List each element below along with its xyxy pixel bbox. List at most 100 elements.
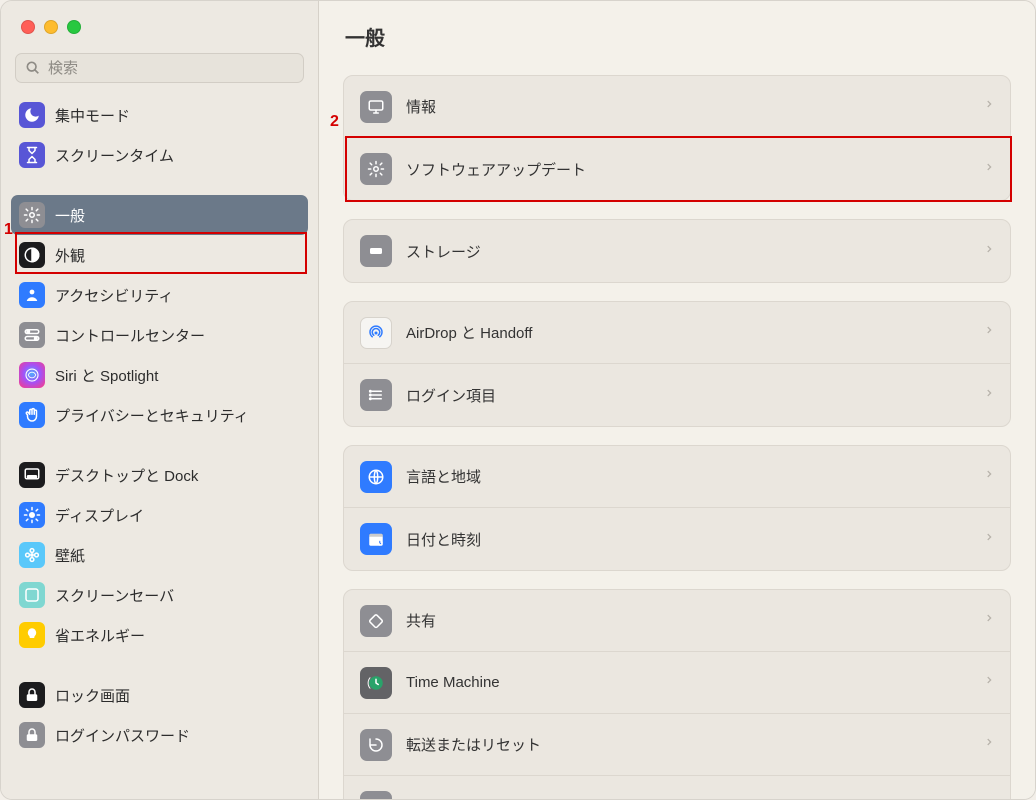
sidebar-item-label: 一般: [55, 205, 85, 226]
sidebar-item-wallpaper[interactable]: 壁紙: [11, 535, 308, 575]
sidebar-item-loginpw[interactable]: ログインパスワード: [11, 715, 308, 755]
row-swupd[interactable]: ソフトウェアアップデート: [344, 138, 1010, 200]
chevron-right-icon: [984, 159, 994, 180]
row-lang[interactable]: 言語と地域: [344, 446, 1010, 508]
row-tm[interactable]: Time Machine: [344, 652, 1010, 714]
sidebar-item-display[interactable]: ディスプレイ: [11, 495, 308, 535]
sidebar-item-appearance[interactable]: 外観: [11, 235, 308, 275]
row-storage[interactable]: ストレージ: [344, 220, 1010, 282]
sidebar-item-energy[interactable]: 省エネルギー: [11, 615, 308, 655]
person-icon: [19, 282, 45, 308]
sidebar-item-label: 外観: [55, 245, 85, 266]
sidebar-item-label: アクセシビリティ: [55, 285, 173, 306]
siri-icon: [19, 362, 45, 388]
search-input[interactable]: [15, 53, 304, 83]
switches-icon: [19, 322, 45, 348]
chevron-right-icon: [984, 241, 994, 262]
sidebar-item-privacy[interactable]: プライバシーとセキュリティ: [11, 395, 308, 435]
maximize-icon[interactable]: [67, 20, 81, 34]
globe-icon: [360, 461, 392, 493]
hand-icon: [19, 402, 45, 428]
sidebar-item-label: 省エネルギー: [55, 625, 145, 646]
sidebar-item-label: スクリーンタイム: [55, 145, 174, 166]
settings-group: AirDrop と Handoff ログイン項目: [343, 301, 1011, 427]
chevron-right-icon: [984, 96, 994, 117]
close-icon[interactable]: [21, 20, 35, 34]
sidebar-item-label: ロック画面: [55, 685, 130, 706]
sidebar-item-siri[interactable]: Siri と Spotlight: [11, 355, 308, 395]
row-label: 情報: [406, 96, 970, 117]
gear-icon: [19, 202, 45, 228]
row-share[interactable]: 共有: [344, 590, 1010, 652]
window-controls: [1, 1, 318, 53]
chevron-right-icon: [984, 734, 994, 755]
sidebar-item-label: コントロールセンター: [55, 325, 205, 346]
chevron-right-icon: [984, 385, 994, 406]
bulb-icon: [19, 622, 45, 648]
sidebar-item-lockscreen[interactable]: ロック画面: [11, 675, 308, 715]
sun-icon: [19, 502, 45, 528]
ccw-icon: [360, 729, 392, 761]
settings-group: 情報ソフトウェアアップデート: [343, 75, 1011, 201]
sidebar-item-focus[interactable]: 集中モード: [11, 95, 308, 135]
row-label: 起動ディスク: [406, 797, 970, 800]
row-label: AirDrop と Handoff: [406, 322, 970, 343]
chevron-right-icon: [984, 529, 994, 550]
sidebar-item-general[interactable]: 一般: [11, 195, 308, 235]
page-title: 一般: [345, 22, 385, 51]
sidebar-item-label: 壁紙: [55, 545, 85, 566]
row-label: 転送またはリセット: [406, 734, 970, 755]
flower-icon: [19, 542, 45, 568]
row-about[interactable]: 情報: [344, 76, 1010, 138]
diamond-icon: [360, 605, 392, 637]
row-label: 共有: [406, 610, 970, 631]
sidebar-item-accessibility[interactable]: アクセシビリティ: [11, 275, 308, 315]
lock-icon: [19, 722, 45, 748]
search-icon: [25, 60, 41, 81]
contrast-icon: [19, 242, 45, 268]
clock-icon: [360, 667, 392, 699]
calendar-icon: [360, 523, 392, 555]
row-label: 日付と時刻: [406, 529, 970, 550]
sidebar-item-screensaver[interactable]: スクリーンセーバ: [11, 575, 308, 615]
row-label: Time Machine: [406, 674, 970, 691]
sidebar-item-label: スクリーンセーバ: [55, 585, 174, 606]
row-reset[interactable]: 転送またはリセット: [344, 714, 1010, 776]
row-label: ストレージ: [406, 241, 970, 262]
airdrop-icon: [360, 317, 392, 349]
sidebar-item-label: 集中モード: [55, 105, 130, 126]
sidebar-item-label: Siri と Spotlight: [55, 365, 158, 386]
disk-icon: [360, 235, 392, 267]
sidebar-item-label: ディスプレイ: [55, 505, 144, 526]
settings-group: 共有 Time Machine 転送またはリセット起動ディスク: [343, 589, 1011, 799]
settings-group: 言語と地域日付と時刻: [343, 445, 1011, 571]
sidebar-item-controlcenter[interactable]: コントロールセンター: [11, 315, 308, 355]
dock-icon: [19, 462, 45, 488]
chevron-right-icon: [984, 610, 994, 631]
sidebar-item-label: ログインパスワード: [55, 725, 190, 746]
row-airdrop[interactable]: AirDrop と Handoff: [344, 302, 1010, 364]
gear-icon: [360, 153, 392, 185]
square-icon: [19, 582, 45, 608]
row-date[interactable]: 日付と時刻: [344, 508, 1010, 570]
drive-icon: [360, 791, 392, 799]
chevron-right-icon: [984, 466, 994, 487]
sidebar-item-label: デスクトップと Dock: [55, 465, 198, 486]
minimize-icon[interactable]: [44, 20, 58, 34]
sidebar-item-dock[interactable]: デスクトップと Dock: [11, 455, 308, 495]
chevron-right-icon: [984, 322, 994, 343]
list-icon: [360, 379, 392, 411]
row-login[interactable]: ログイン項目: [344, 364, 1010, 426]
main-pane: 一般 情報ソフトウェアアップデートストレージ AirDrop と Handoff ロ…: [319, 1, 1035, 799]
sidebar-item-screentime[interactable]: スクリーンタイム: [11, 135, 308, 175]
chevron-right-icon: [984, 797, 994, 800]
display-icon: [360, 91, 392, 123]
sidebar: 集中モードスクリーンタイム一般外観アクセシビリティコントロールセンター Siri …: [1, 1, 319, 799]
chevron-right-icon: [984, 672, 994, 693]
sidebar-item-label: プライバシーとセキュリティ: [55, 405, 249, 426]
hourglass-icon: [19, 142, 45, 168]
row-label: 言語と地域: [406, 466, 970, 487]
row-label: ソフトウェアアップデート: [406, 159, 970, 180]
row-startup[interactable]: 起動ディスク: [344, 776, 1010, 799]
row-label: ログイン項目: [406, 385, 970, 406]
